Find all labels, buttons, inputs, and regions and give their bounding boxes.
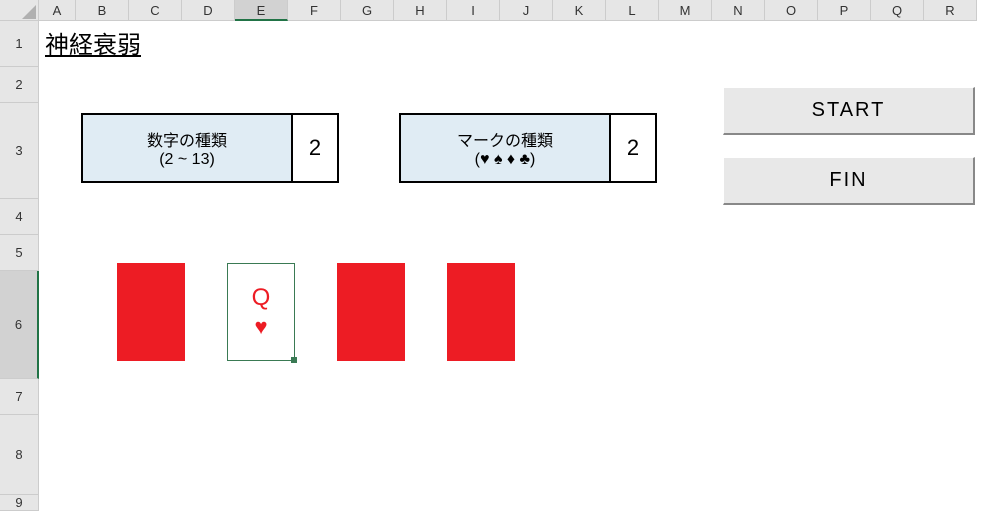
row-header-4[interactable]: 4 (0, 199, 39, 235)
select-all-corner[interactable] (0, 0, 39, 21)
suit-type-label-line1: マークの種類 (457, 127, 553, 151)
number-type-value[interactable]: 2 (293, 115, 337, 181)
card-back[interactable] (447, 263, 515, 361)
column-header-P[interactable]: P (818, 0, 871, 21)
row-header-5[interactable]: 5 (0, 235, 39, 271)
card-rank: Q (252, 284, 271, 312)
worksheet-area[interactable]: 神経衰弱 数字の種類 (2 ~ 13) 2 マークの種類 (♥ ♠ ♦ ♣) 2… (39, 21, 1001, 513)
card-back[interactable] (337, 263, 405, 361)
column-header-M[interactable]: M (659, 0, 712, 21)
fin-button[interactable]: FIN (723, 157, 975, 205)
column-header-Q[interactable]: Q (871, 0, 924, 21)
column-header-D[interactable]: D (182, 0, 235, 21)
row-header-9[interactable]: 9 (0, 495, 39, 511)
row-header-6[interactable]: 6 (0, 271, 39, 379)
row-header-7[interactable]: 7 (0, 379, 39, 415)
column-header-C[interactable]: C (129, 0, 182, 21)
suit-type-value[interactable]: 2 (611, 115, 655, 181)
heart-icon: ♥ (254, 314, 267, 340)
column-header-F[interactable]: F (288, 0, 341, 21)
start-button[interactable]: START (723, 87, 975, 135)
column-header-E[interactable]: E (235, 0, 288, 21)
column-header-R[interactable]: R (924, 0, 977, 21)
row-header-2[interactable]: 2 (0, 67, 39, 103)
row-header-3[interactable]: 3 (0, 103, 39, 199)
column-header-A[interactable]: A (39, 0, 76, 21)
card-face[interactable]: Q♥ (227, 263, 295, 361)
card-back[interactable] (117, 263, 185, 361)
number-type-group: 数字の種類 (2 ~ 13) 2 (81, 113, 339, 183)
column-header-O[interactable]: O (765, 0, 818, 21)
row-header-1[interactable]: 1 (0, 21, 39, 67)
column-header-L[interactable]: L (606, 0, 659, 21)
column-header-K[interactable]: K (553, 0, 606, 21)
column-header-B[interactable]: B (76, 0, 129, 21)
page-title: 神経衰弱 (45, 25, 141, 60)
column-header-I[interactable]: I (447, 0, 500, 21)
number-type-label-line1: 数字の種類 (147, 127, 227, 151)
row-header-8[interactable]: 8 (0, 415, 39, 495)
suit-type-label-line2: (♥ ♠ ♦ ♣) (475, 151, 536, 169)
column-header-N[interactable]: N (712, 0, 765, 21)
column-header-G[interactable]: G (341, 0, 394, 21)
column-header-J[interactable]: J (500, 0, 553, 21)
suit-type-group: マークの種類 (♥ ♠ ♦ ♣) 2 (399, 113, 657, 183)
column-header-H[interactable]: H (394, 0, 447, 21)
fill-handle[interactable] (291, 357, 297, 363)
number-type-label-line2: (2 ~ 13) (159, 151, 215, 169)
